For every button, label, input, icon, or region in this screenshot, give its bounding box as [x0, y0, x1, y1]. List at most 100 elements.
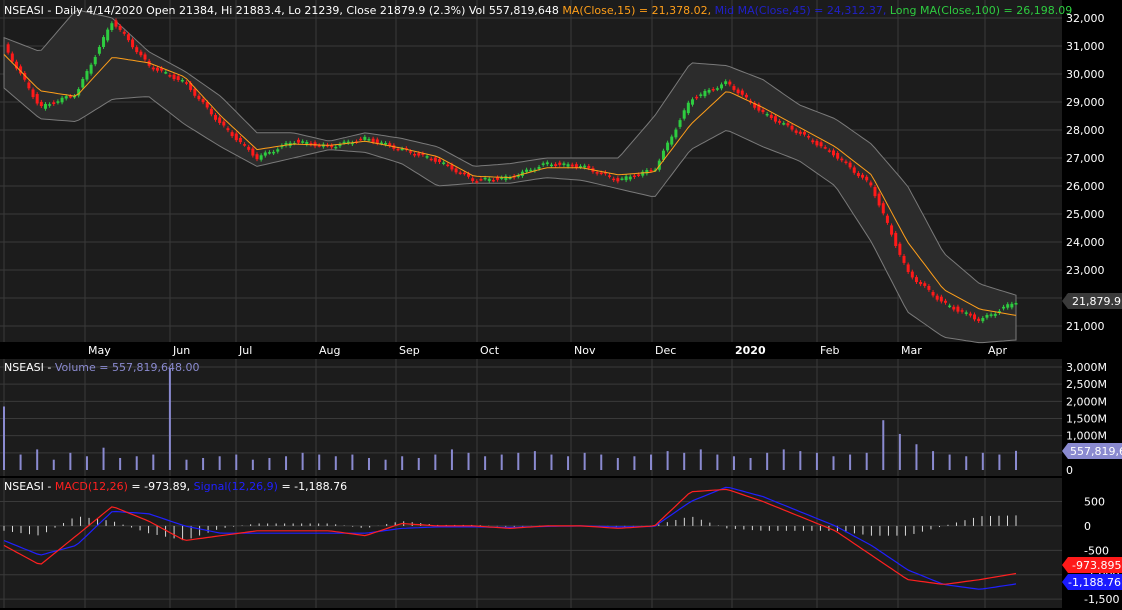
- candle-body: [475, 181, 479, 183]
- candle-body: [276, 149, 280, 152]
- candle-body: [1010, 303, 1014, 308]
- volume-tick-label: 2,000M: [1066, 395, 1107, 408]
- candle-body: [595, 172, 599, 174]
- candle-body: [778, 120, 782, 123]
- candle-body: [27, 82, 31, 89]
- stock-chart[interactable]: 32,00031,00030,00029,00028,00027,00026,0…: [0, 0, 1122, 610]
- candle-body: [433, 157, 437, 162]
- volume-bar: [766, 452, 769, 470]
- candle-body: [437, 159, 441, 163]
- candle-body: [359, 138, 363, 141]
- month-label: Nov: [574, 344, 596, 357]
- volume-tick-label: 0: [1066, 464, 1073, 477]
- candle-body: [10, 53, 14, 62]
- candle-body: [209, 108, 213, 115]
- candle-body: [541, 163, 545, 165]
- volume-bar: [318, 454, 321, 470]
- volume-bar: [384, 459, 387, 470]
- candle-body: [222, 121, 226, 126]
- candle-body: [952, 306, 956, 310]
- month-label: Sep: [399, 344, 420, 357]
- candle-body: [226, 128, 230, 131]
- candle-body: [720, 84, 724, 89]
- candle-body: [454, 168, 458, 173]
- candle-body: [869, 182, 873, 186]
- candle-body: [251, 148, 255, 156]
- candle-body: [715, 88, 719, 90]
- candle-body: [68, 96, 72, 98]
- candle-body: [176, 76, 180, 80]
- month-label: Aug: [319, 344, 340, 357]
- candle-body: [898, 243, 902, 255]
- candle-body: [948, 305, 952, 308]
- volume-bar: [251, 459, 254, 470]
- volume-bar: [965, 456, 968, 470]
- candle-body: [981, 318, 985, 322]
- candle-body: [811, 140, 815, 143]
- candle-body: [64, 96, 68, 99]
- candle-body: [6, 44, 10, 53]
- candle-body: [408, 151, 412, 153]
- volume-tick-label: 2,500M: [1066, 378, 1107, 391]
- volume-bar: [202, 457, 205, 470]
- candle-body: [214, 114, 218, 120]
- candle-body: [923, 283, 927, 286]
- candle-body: [856, 173, 860, 177]
- price-tick-label: 31,000: [1066, 40, 1105, 53]
- candle-body: [744, 94, 748, 98]
- candle-body: [43, 104, 47, 109]
- volume-bar: [633, 456, 636, 470]
- month-label: Mar: [901, 344, 922, 357]
- candle-body: [740, 90, 744, 95]
- candle-body: [624, 176, 628, 181]
- candle-body: [894, 232, 898, 247]
- candle-body: [243, 144, 247, 146]
- candle-body: [977, 318, 981, 322]
- candle-body: [616, 178, 620, 182]
- candle-body: [570, 164, 574, 167]
- volume-bar: [533, 451, 536, 470]
- volume-bar: [218, 456, 221, 470]
- candle-body: [703, 90, 707, 97]
- candle-body: [60, 97, 64, 103]
- candle-body: [180, 79, 184, 82]
- volume-bar: [500, 454, 503, 470]
- candle-body: [682, 110, 686, 119]
- macd-tick-label: 500: [1084, 496, 1105, 509]
- volume-tick-label: 3,000M: [1066, 361, 1107, 374]
- candle-body: [442, 162, 446, 164]
- candle-body: [479, 179, 483, 181]
- candle-body: [131, 39, 135, 48]
- candle-body: [773, 116, 777, 122]
- signal-last-label: -1,188.76: [1062, 574, 1122, 590]
- candle-body: [968, 313, 972, 316]
- volume-bar: [981, 452, 984, 470]
- candle-body: [417, 153, 421, 156]
- candle-body: [956, 306, 960, 312]
- candle-body: [483, 177, 487, 180]
- candle-body: [446, 164, 450, 167]
- candle-body: [164, 72, 168, 74]
- candle-body: [184, 82, 188, 84]
- candle-body: [558, 162, 562, 165]
- volume-bar: [799, 451, 802, 470]
- candle-body: [458, 172, 462, 174]
- volume-bar: [185, 459, 188, 470]
- candle-body: [363, 136, 367, 140]
- month-label: Jun: [172, 344, 190, 357]
- volume-bar: [849, 454, 852, 470]
- candle-body: [794, 130, 798, 133]
- candle-body: [259, 155, 263, 160]
- candle-body: [31, 89, 35, 98]
- volume-bar: [699, 449, 702, 470]
- candle-body: [106, 29, 110, 41]
- candle-body: [910, 271, 914, 278]
- svg-text:-973.895: -973.895: [1072, 559, 1121, 572]
- candle-body: [931, 292, 935, 296]
- volume-header: NSEASI - Volume = 557,819,648.00: [4, 361, 199, 374]
- candle-body: [832, 150, 836, 156]
- candle-body: [139, 51, 143, 56]
- candle-body: [255, 154, 259, 160]
- month-label: 2020: [735, 344, 766, 357]
- candle-body: [525, 169, 529, 172]
